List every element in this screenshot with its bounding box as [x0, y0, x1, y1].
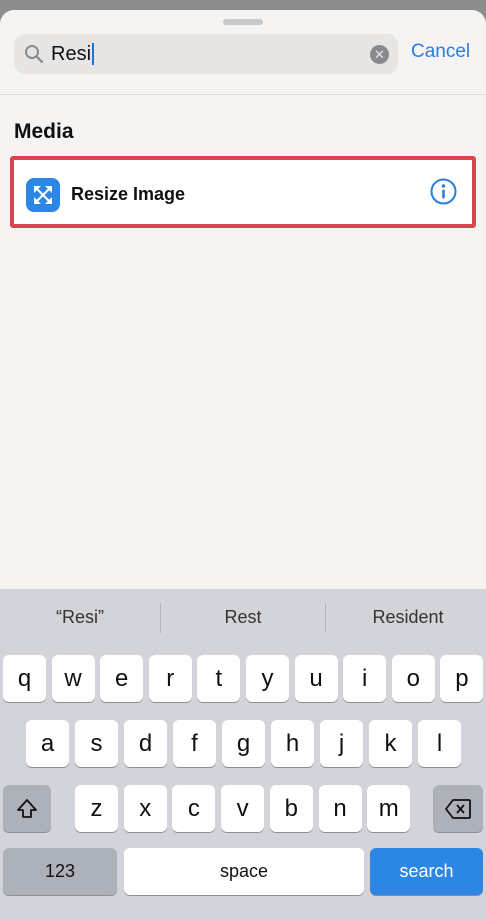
header-divider	[0, 94, 486, 95]
search-icon	[25, 45, 44, 64]
key-b[interactable]: b	[269, 785, 313, 832]
key-v[interactable]: v	[221, 785, 265, 832]
key-j[interactable]: j	[320, 720, 363, 767]
key-s[interactable]: s	[75, 720, 118, 767]
suggestion-2[interactable]: Rest	[161, 607, 325, 628]
key-c[interactable]: c	[172, 785, 216, 832]
action-resize-image[interactable]: Resize Image	[10, 156, 476, 228]
backspace-icon	[445, 798, 471, 819]
key-d[interactable]: d	[124, 720, 167, 767]
key-g[interactable]: g	[222, 720, 265, 767]
suggestion-1[interactable]: “Resi”	[0, 607, 160, 628]
text-caret	[92, 43, 95, 65]
key-f[interactable]: f	[173, 720, 216, 767]
keyboard: “Resi” Rest Resident qwertyuiop asdfghjk…	[0, 589, 486, 920]
section-title-media: Media	[14, 120, 74, 143]
key-u[interactable]: u	[294, 655, 338, 702]
space-key[interactable]: space	[124, 848, 364, 895]
shift-key[interactable]	[3, 785, 51, 832]
clear-search-button[interactable]: ✕	[370, 45, 389, 64]
action-label: Resize Image	[71, 184, 186, 204]
search-query: Resi	[51, 43, 92, 65]
cancel-button[interactable]: Cancel	[411, 41, 470, 63]
key-p[interactable]: p	[440, 655, 484, 702]
delete-key[interactable]	[433, 785, 483, 832]
sheet-grabber[interactable]	[223, 19, 263, 25]
key-q[interactable]: q	[3, 655, 46, 702]
search-field[interactable]: Resi ✕	[14, 34, 398, 74]
key-m[interactable]: m	[367, 785, 411, 832]
key-w[interactable]: w	[51, 655, 95, 702]
clear-x-icon: ✕	[374, 47, 385, 62]
key-l[interactable]: l	[418, 720, 461, 767]
key-h[interactable]: h	[271, 720, 314, 767]
key-t[interactable]: t	[197, 655, 241, 702]
shift-icon	[17, 798, 37, 818]
key-z[interactable]: z	[75, 785, 118, 832]
search-input[interactable]: Resi	[51, 43, 95, 65]
suggestion-bar: “Resi” Rest Resident	[0, 589, 486, 639]
key-x[interactable]: x	[123, 785, 167, 832]
key-y[interactable]: y	[246, 655, 289, 702]
key-n[interactable]: n	[318, 785, 362, 832]
key-k[interactable]: k	[369, 720, 412, 767]
key-r[interactable]: r	[148, 655, 192, 702]
info-icon[interactable]	[430, 178, 457, 205]
resize-arrows-icon	[26, 178, 60, 212]
key-o[interactable]: o	[391, 655, 435, 702]
search-key[interactable]: search	[370, 848, 483, 895]
key-a[interactable]: a	[26, 720, 69, 767]
key-i[interactable]: i	[343, 655, 387, 702]
suggestion-3[interactable]: Resident	[326, 607, 486, 628]
key-e[interactable]: e	[100, 655, 144, 702]
numbers-key[interactable]: 123	[3, 848, 117, 895]
